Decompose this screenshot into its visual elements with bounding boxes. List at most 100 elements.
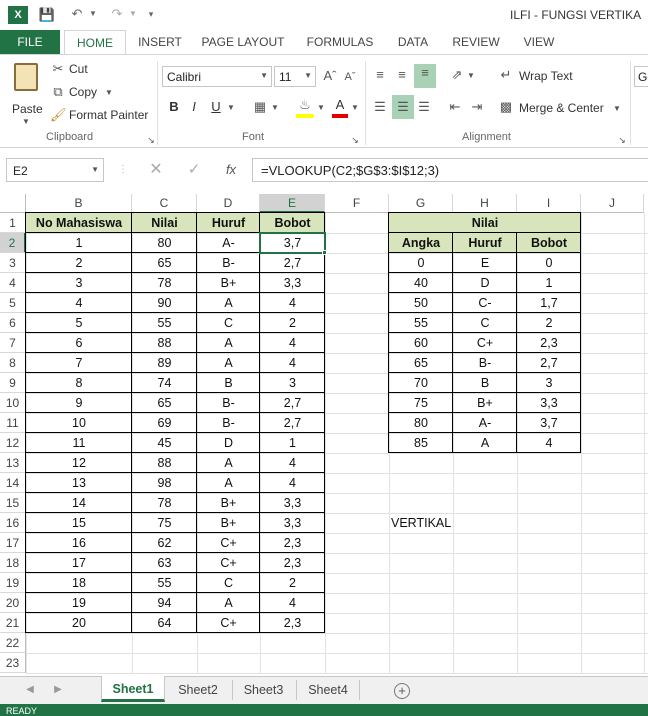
table-cell[interactable]: A [197,293,260,313]
format-painter-button[interactable]: Format Painter [69,108,148,122]
row-header[interactable]: 9 [0,373,26,393]
table-cell[interactable]: 74 [132,373,197,393]
row-header[interactable]: 21 [0,613,26,633]
table-cell[interactable]: 65 [132,253,197,273]
lookup-cell[interactable]: 55 [389,313,453,333]
table-cell[interactable]: 1 [26,233,132,253]
table-cell[interactable]: 2,7 [260,253,325,273]
save-icon[interactable]: 💾 [38,6,56,24]
table-cell[interactable]: B+ [197,273,260,293]
lookup-cell[interactable]: 65 [389,353,453,373]
table-cell[interactable]: 98 [132,473,197,493]
table-cell[interactable]: 4 [260,453,325,473]
scroll-left-icon[interactable]: ◀ [24,681,36,699]
lookup-header[interactable]: Bobot [517,233,581,253]
table-cell[interactable]: 55 [132,573,197,593]
table-cell[interactable]: 88 [132,333,197,353]
italic-button[interactable]: I [186,98,202,116]
tab-data[interactable]: DATA [388,30,438,54]
table-cell[interactable]: 6 [26,333,132,353]
row-header[interactable]: 12 [0,433,26,453]
lookup-cell[interactable]: B+ [453,393,517,413]
table-cell[interactable]: 17 [26,553,132,573]
bold-button[interactable]: B [166,98,182,116]
lookup-header[interactable]: Angka [389,233,453,253]
scroll-right-icon[interactable]: ▶ [52,681,64,699]
table-cell[interactable]: 94 [132,593,197,613]
orientation-dropdown-icon[interactable]: ▼ [466,67,476,85]
column-header[interactable]: C [132,194,197,213]
table-cell[interactable]: 19 [26,593,132,613]
table-cell[interactable]: 4 [260,333,325,353]
row-header[interactable]: 1 [0,213,26,233]
column-header[interactable]: G [389,194,453,213]
table-cell[interactable]: 5 [26,313,132,333]
tab-insert[interactable]: INSERT [132,30,188,54]
table-cell[interactable]: 3,3 [260,493,325,513]
align-left-icon[interactable]: ☰ [370,98,390,116]
row-header[interactable]: 2 [0,233,26,253]
row-header[interactable]: 11 [0,413,26,433]
name-box[interactable]: E2 ▼ [6,158,104,182]
table-cell[interactable]: A [197,353,260,373]
align-right-icon[interactable]: ☰ [414,98,434,116]
column-header[interactable]: J [581,194,644,213]
lookup-cell[interactable]: E [453,253,517,273]
table-header[interactable]: Huruf [197,213,260,233]
font-size-select[interactable]: 11 ▼ [274,66,316,87]
table-cell[interactable]: 13 [26,473,132,493]
table-cell[interactable]: 63 [132,553,197,573]
column-header[interactable]: F [325,194,389,213]
table-cell[interactable]: 55 [132,313,197,333]
customize-toolbar-icon[interactable]: ▾ [146,5,156,23]
table-cell[interactable]: 89 [132,353,197,373]
table-cell[interactable]: 12 [26,453,132,473]
lookup-cell[interactable]: 2 [517,313,581,333]
table-cell[interactable]: 20 [26,613,132,633]
row-header[interactable]: 8 [0,353,26,373]
table-cell[interactable]: 78 [132,493,197,513]
merge-center-button[interactable]: Merge & Center [519,101,604,115]
table-cell[interactable]: 2 [260,573,325,593]
lookup-cell[interactable]: 2,7 [517,353,581,373]
tab-review[interactable]: REVIEW [446,30,506,54]
lookup-cell[interactable]: 60 [389,333,453,353]
row-header[interactable]: 16 [0,513,26,533]
add-sheet-icon[interactable]: + [394,683,410,699]
sheet-tab-sheet3[interactable]: Sheet3 [232,680,294,700]
lookup-cell[interactable]: 0 [517,253,581,273]
row-header[interactable]: 18 [0,553,26,573]
lookup-cell[interactable]: A [453,433,517,453]
lookup-cell[interactable]: 1 [517,273,581,293]
table-cell[interactable]: 90 [132,293,197,313]
lookup-cell[interactable]: 50 [389,293,453,313]
column-header[interactable]: D [197,194,260,213]
table-cell[interactable]: 4 [260,473,325,493]
table-cell[interactable]: 64 [132,613,197,633]
table-cell[interactable]: 4 [26,293,132,313]
tab-formulas[interactable]: FORMULAS [300,30,380,54]
row-header[interactable]: 6 [0,313,26,333]
enter-icon[interactable]: ✓ [184,161,204,179]
formula-input[interactable]: =VLOOKUP(C2;$G$3:$I$12;3) [252,158,648,182]
row-header[interactable]: 19 [0,573,26,593]
table-cell[interactable]: 78 [132,273,197,293]
clipboard-launcher-icon[interactable]: ↘ [146,131,156,149]
drag-handle-icon[interactable]: ⋮ [118,161,128,179]
lookup-cell[interactable]: 75 [389,393,453,413]
table-cell[interactable]: D [197,433,260,453]
font-launcher-icon[interactable]: ↘ [350,131,360,149]
table-cell[interactable]: 3 [260,373,325,393]
lookup-cell[interactable]: 1,7 [517,293,581,313]
lookup-cell[interactable]: B [453,373,517,393]
select-all-corner[interactable] [0,194,26,213]
lookup-cell[interactable]: B- [453,353,517,373]
paste-button[interactable]: Paste ▼ [6,61,46,129]
row-header[interactable]: 15 [0,493,26,513]
table-header[interactable]: Nilai [132,213,197,233]
decrease-font-icon[interactable]: Aˇ [342,68,358,86]
table-cell[interactable]: 75 [132,513,197,533]
cut-button[interactable]: Cut [69,62,88,76]
row-header[interactable]: 22 [0,633,26,653]
table-cell[interactable]: 80 [132,233,197,253]
